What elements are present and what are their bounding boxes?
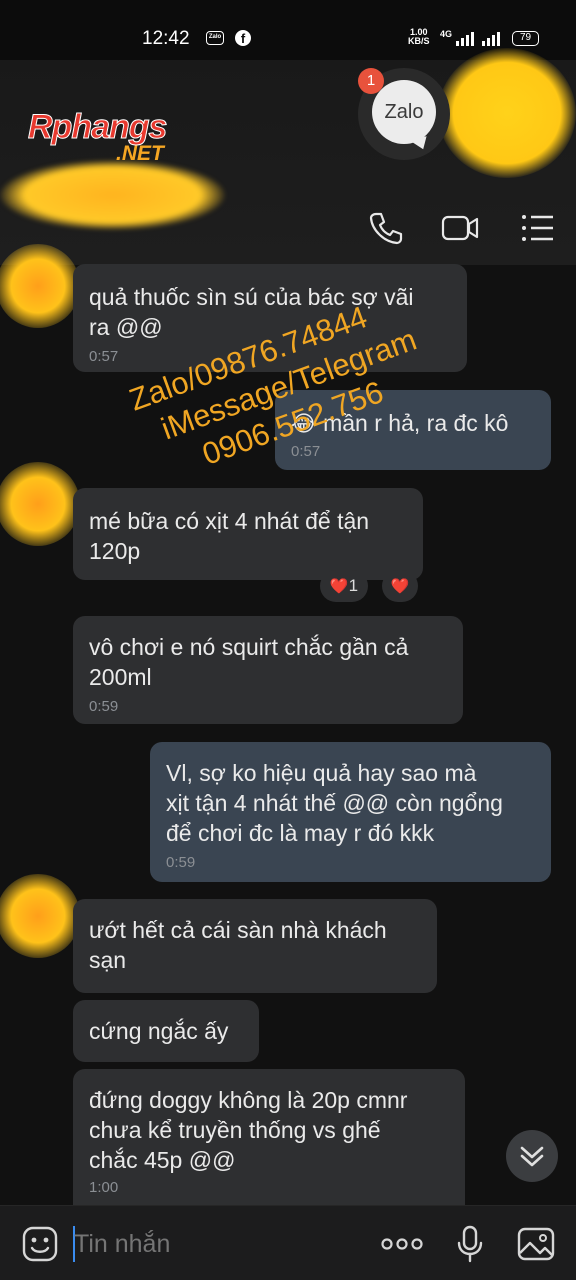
signal-icon — [456, 31, 476, 46]
add-reaction-button[interactable]: ❤️ — [382, 570, 418, 602]
message-input-bar — [0, 1205, 576, 1280]
site-logo: Rphangs .NET — [27, 108, 167, 166]
sender-avatar — [0, 462, 80, 546]
message-input[interactable] — [74, 1224, 324, 1264]
message-text: đứng doggy không là 20p cmnr chưa kể tru… — [89, 1087, 408, 1173]
message-bubble-incoming[interactable]: vô chơi e nó squirt chắc gần cả 200ml 0:… — [73, 616, 463, 724]
message-time: 0:59 — [166, 854, 196, 871]
message-bubble-incoming[interactable]: mé bữa có xịt 4 nhát để tận 120p — [73, 488, 423, 580]
heart-reaction-icon: ❤️ — [329, 578, 349, 595]
message-time: 0:57 — [291, 443, 321, 460]
zalo-chat-head-logo: Zalo — [372, 80, 436, 144]
video-call-icon[interactable] — [440, 208, 480, 248]
scroll-to-bottom-button[interactable] — [506, 1130, 558, 1182]
message-bubble-incoming[interactable]: đứng doggy không là 20p cmnr chưa kể tru… — [73, 1069, 465, 1205]
image-icon[interactable] — [516, 1224, 556, 1264]
zalo-notification-icon: Zalo — [206, 31, 224, 45]
message-bubble-outgoing[interactable]: Vl, sợ ko hiệu quả hay sao mà xịt tận 4 … — [150, 742, 551, 882]
menu-icon[interactable] — [518, 208, 558, 248]
message-text: cứng ngắc ấy — [89, 1018, 229, 1044]
sender-avatar — [0, 874, 80, 958]
signal-icon-2 — [482, 31, 502, 46]
network-type: 4G — [440, 29, 453, 39]
facebook-notification-icon: f — [235, 30, 251, 46]
zalo-bubble-tail — [408, 136, 430, 152]
status-time: 12:42 — [142, 28, 190, 49]
more-icon[interactable] — [380, 1224, 424, 1264]
message-text: vô chơi e nó squirt chắc gần cả 200ml — [89, 634, 409, 690]
reaction-summary[interactable]: ❤️1 — [320, 570, 368, 602]
message-text: Vl, sợ ko hiệu quả hay sao mà xịt tận 4 … — [166, 760, 503, 846]
message-bubble-incoming[interactable]: ướt hết cả cái sàn nhà khách sạn — [73, 899, 437, 993]
logo-main-text: Rphangs — [27, 108, 167, 147]
zalo-unread-badge: 1 — [358, 68, 384, 94]
message-time: 0:59 — [89, 698, 119, 715]
message-bubble-incoming[interactable]: cứng ngắc ấy — [73, 1000, 259, 1062]
heart-icon: ❤️ — [390, 578, 410, 595]
double-chevron-down-icon — [520, 1146, 544, 1167]
reaction-count: 1 — [348, 576, 359, 595]
battery-icon: 79 — [512, 31, 539, 46]
message-time: 1:00 — [89, 1179, 119, 1196]
blurred-contact-avatar — [438, 48, 576, 178]
emoji-icon[interactable] — [20, 1224, 60, 1264]
zalo-chat-head[interactable]: Zalo 1 — [358, 68, 450, 160]
network-speed: 1.00 KB/S — [408, 27, 430, 46]
message-text: ướt hết cả cái sàn nhà khách sạn — [89, 917, 387, 973]
message-text: mé bữa có xịt 4 nhát để tận 120p — [89, 508, 370, 564]
microphone-icon[interactable] — [450, 1224, 490, 1264]
